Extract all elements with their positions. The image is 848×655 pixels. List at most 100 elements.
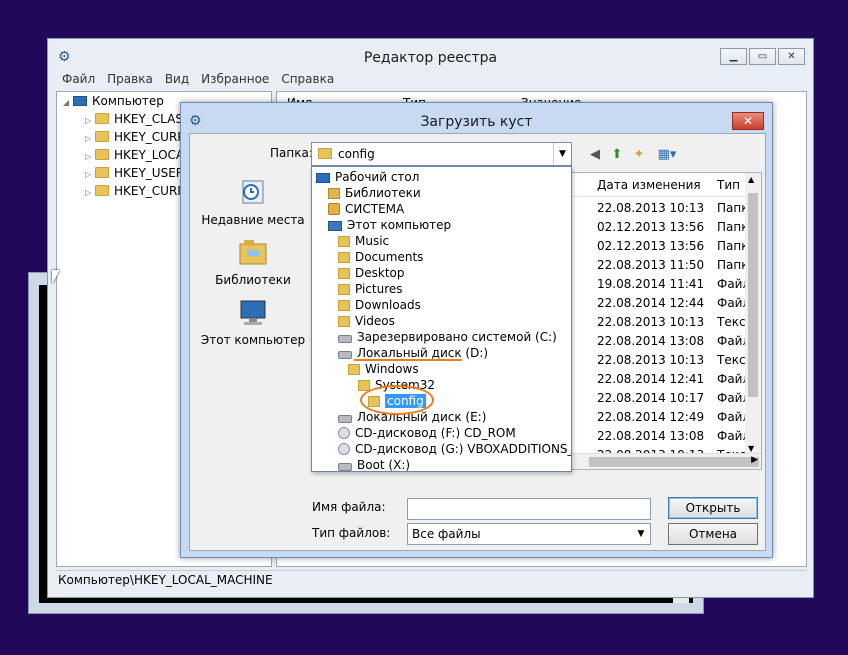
drive-icon: [338, 335, 352, 343]
minimize-button[interactable]: ▁: [720, 48, 747, 65]
place-recent[interactable]: Недавние места: [196, 178, 310, 227]
place-this-computer[interactable]: Этот компьютер: [196, 298, 310, 347]
dropdown-item[interactable]: Videos: [312, 313, 571, 329]
menu-favorites[interactable]: Избранное: [201, 72, 269, 90]
cancel-button[interactable]: Отмена: [668, 523, 758, 545]
scroll-thumb[interactable]: [748, 193, 758, 397]
file-type-value: Все файлы: [412, 527, 481, 541]
dropdown-item[interactable]: Downloads: [312, 297, 571, 313]
drive-icon: [338, 463, 352, 471]
mouse-cursor-icon: [52, 270, 60, 284]
chevron-down-icon[interactable]: ▼: [632, 524, 650, 544]
folder-icon: [318, 148, 332, 159]
dropdown-item[interactable]: Рабочий стол: [312, 169, 571, 185]
folder-icon: [338, 268, 350, 279]
folder-label: Папка:: [270, 146, 313, 160]
dropdown-item[interactable]: Desktop: [312, 265, 571, 281]
recent-places-icon: [242, 180, 264, 204]
dropdown-item[interactable]: CD-дисковод (G:) VBOXADDITIONS_4.: [312, 441, 571, 457]
folder-combobox[interactable]: config ▼: [311, 142, 572, 166]
computer-icon: [328, 221, 342, 231]
folder-icon: [95, 113, 109, 124]
dialog-close-button[interactable]: ✕: [732, 112, 764, 130]
libraries-icon: [239, 240, 267, 265]
folder-icon: [95, 131, 109, 142]
dialog-title: Загрузить куст: [420, 114, 533, 130]
menu-help[interactable]: Справка: [281, 72, 334, 90]
maximize-button[interactable]: ▭: [749, 48, 776, 65]
collapse-icon[interactable]: ◢: [63, 94, 73, 110]
expand-icon[interactable]: ▷: [85, 130, 95, 146]
annotation-underline: [354, 359, 462, 361]
status-bar: Компьютер\HKEY_LOCAL_MACHINE: [56, 570, 807, 590]
chevron-up-icon[interactable]: ▲: [748, 175, 754, 184]
folder-icon: [338, 284, 350, 295]
menu-bar: Файл Правка Вид Избранное Справка: [62, 72, 346, 90]
window-title: Редактор реестра: [363, 50, 498, 66]
load-hive-dialog: ⚙ Загрузить куст ✕ Папка: config ▼ ◀ ⬆ ✦…: [180, 102, 773, 558]
cd-icon: [338, 443, 350, 455]
chevron-down-icon[interactable]: ▼: [748, 444, 754, 453]
folder-dropdown-list: Рабочий стол Библиотеки СИСТЕМА Этот ком…: [311, 166, 572, 472]
libraries-icon: [328, 188, 340, 199]
up-folder-icon[interactable]: ⬆: [608, 146, 626, 164]
dropdown-item-selected[interactable]: config: [312, 393, 571, 409]
tree-item-computer[interactable]: ◢ Компьютер: [63, 92, 164, 110]
folder-icon: [338, 252, 350, 263]
view-menu-icon[interactable]: ▦▾: [654, 146, 680, 164]
open-button[interactable]: Открыть: [668, 497, 758, 519]
expand-icon[interactable]: ▷: [85, 148, 95, 164]
column-header-type[interactable]: Тип: [717, 178, 740, 192]
desktop-icon: [316, 173, 330, 183]
dropdown-item[interactable]: System32: [312, 377, 571, 393]
file-name-input[interactable]: [407, 498, 651, 520]
dropdown-item[interactable]: Pictures: [312, 281, 571, 297]
folder-value: config: [338, 147, 375, 161]
dropdown-item[interactable]: Этот компьютер: [312, 217, 571, 233]
dropdown-item[interactable]: Boot (X:): [312, 457, 571, 473]
dropdown-item[interactable]: Библиотеки: [312, 185, 571, 201]
dropdown-item[interactable]: Windows: [312, 361, 571, 377]
folder-icon: [338, 236, 350, 247]
expand-icon[interactable]: ▷: [85, 166, 95, 182]
drive-icon: [338, 351, 352, 359]
places-bar: Недавние места Библиотеки Этот компьютер: [196, 174, 310, 470]
dropdown-item[interactable]: Music: [312, 233, 571, 249]
user-folder-icon: [328, 203, 340, 215]
folder-icon: [95, 149, 109, 160]
expand-icon[interactable]: ▷: [85, 112, 95, 128]
computer-icon: [73, 96, 87, 106]
dropdown-item[interactable]: Локальный диск (E:): [312, 409, 571, 425]
place-libraries[interactable]: Библиотеки: [196, 238, 310, 287]
folder-icon: [95, 185, 109, 196]
dropdown-item[interactable]: СИСТЕМА: [312, 201, 571, 217]
annotation-circle: [360, 385, 434, 415]
back-arrow-icon[interactable]: ◀: [586, 146, 604, 164]
computer-icon: [240, 300, 266, 325]
cd-icon: [338, 427, 350, 439]
file-type-select[interactable]: Все файлы ▼: [407, 523, 651, 545]
vertical-scrollbar[interactable]: ▲ ▼: [745, 173, 761, 455]
scroll-thumb[interactable]: [589, 457, 759, 467]
menu-edit[interactable]: Правка: [107, 72, 153, 90]
dropdown-item[interactable]: Documents: [312, 249, 571, 265]
chevron-right-icon[interactable]: ▶: [751, 455, 758, 465]
dropdown-item[interactable]: CD-дисковод (F:) CD_ROM: [312, 425, 571, 441]
drive-icon: [338, 415, 352, 423]
window-controls: ▁ ▭ ✕: [718, 48, 805, 65]
folder-icon: [95, 167, 109, 178]
column-header-date[interactable]: Дата изменения: [597, 178, 701, 192]
chevron-down-icon[interactable]: ▼: [553, 143, 571, 165]
folder-icon: [338, 316, 350, 327]
file-name-label: Имя файла:: [312, 500, 386, 514]
new-folder-icon[interactable]: ✦: [630, 146, 648, 164]
file-type-label: Тип файлов:: [312, 526, 391, 540]
expand-icon[interactable]: ▷: [85, 184, 95, 200]
close-button[interactable]: ✕: [778, 48, 805, 65]
dropdown-item[interactable]: Зарезервировано системой (C:): [312, 329, 571, 345]
tree-item-hkey[interactable]: ▷ HKEY_USERS: [85, 164, 192, 182]
menu-file[interactable]: Файл: [62, 72, 95, 90]
folder-icon: [348, 364, 360, 375]
menu-view[interactable]: Вид: [165, 72, 189, 90]
folder-icon: [338, 300, 350, 311]
